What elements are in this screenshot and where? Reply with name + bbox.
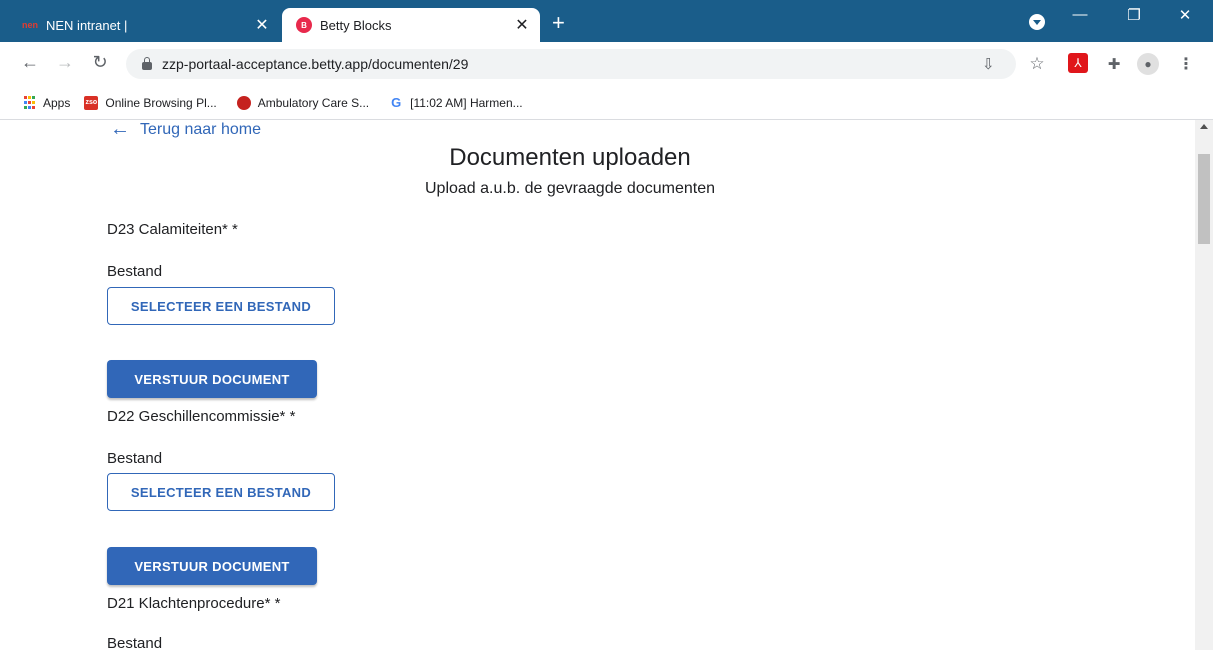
url-text: zzp-portaal-acceptance.betty.app/documen… <box>162 56 469 72</box>
pdf-extension-icon[interactable]: ⅄ <box>1068 53 1088 73</box>
vertical-scrollbar[interactable] <box>1195 120 1213 650</box>
close-icon[interactable]: ✕ <box>510 15 534 35</box>
apps-grid-icon <box>22 96 36 110</box>
scroll-thumb[interactable] <box>1198 154 1210 244</box>
file-field-label: Bestand <box>107 635 163 650</box>
tab-nen-intranet[interactable]: nen NEN intranet | ✕ <box>8 8 280 42</box>
tab-title: NEN intranet | <box>46 17 128 33</box>
bookmarks-bar: Apps zso Online Browsing Pl... Ambulator… <box>0 86 1213 120</box>
back-home-link[interactable]: ← Terug naar home <box>110 120 261 141</box>
forward-icon[interactable]: → <box>53 52 77 73</box>
page-subtitle: Upload a.u.b. de gevraagde documenten <box>425 180 715 197</box>
back-link-label: Terug naar home <box>140 120 261 138</box>
restore-icon[interactable]: ❐ <box>1114 6 1154 24</box>
browser-tab-bar: nen NEN intranet | ✕ B Betty Blocks ✕ + … <box>0 0 1213 42</box>
tab-betty-blocks[interactable]: B Betty Blocks ✕ <box>282 8 540 42</box>
betty-blocks-favicon-icon: B <box>296 17 312 33</box>
bookmark-label: Online Browsing Pl... <box>105 95 217 110</box>
scroll-up-icon[interactable] <box>1200 124 1208 129</box>
send-document-button[interactable]: VERSTUUR DOCUMENT <box>107 547 317 585</box>
red-circle-icon <box>236 95 251 110</box>
page-title: Documenten uploaden <box>449 144 691 171</box>
document-label: D21 Klachtenprocedure* * <box>107 595 281 612</box>
page-content: ← Terug naar home Documenten uploaden Up… <box>0 120 1195 650</box>
extensions-puzzle-icon[interactable]: ✚ <box>1103 53 1125 75</box>
bookmark-label: Ambulatory Care S... <box>257 95 370 110</box>
bookmark-harmen[interactable]: G [11:02 AM] Harmen... <box>389 95 523 110</box>
profile-avatar-icon[interactable]: ● <box>1137 53 1159 75</box>
menu-kebab-icon[interactable]: ⋮ <box>1175 53 1197 75</box>
window-close-icon[interactable]: ✕ <box>1165 6 1205 24</box>
send-document-button[interactable]: VERSTUUR DOCUMENT <box>107 360 317 398</box>
install-icon[interactable]: ⇩ <box>982 55 995 73</box>
bookmark-star-icon[interactable]: ☆ <box>1026 53 1048 75</box>
minimize-icon[interactable]: — <box>1060 6 1100 23</box>
tab-title: Betty Blocks <box>320 17 392 33</box>
file-field-label: Bestand <box>107 450 163 467</box>
browser-toolbar: ← → ↻ zzp-portaal-acceptance.betty.app/d… <box>0 42 1213 86</box>
nen-favicon-icon: nen <box>22 20 39 30</box>
document-label: D22 Geschillencommissie* * <box>107 408 296 425</box>
zso-icon: zso <box>84 95 99 110</box>
arrow-left-icon: ← <box>110 120 130 140</box>
new-tab-icon[interactable]: + <box>552 12 565 34</box>
document-label: D23 Calamiteiten* * <box>107 221 238 238</box>
select-file-button[interactable]: SELECTEER EEN BESTAND <box>107 473 335 511</box>
lock-icon <box>142 57 152 70</box>
select-file-button[interactable]: SELECTEER EEN BESTAND <box>107 287 335 325</box>
google-icon: G <box>391 95 402 110</box>
bookmark-online-browsing[interactable]: zso Online Browsing Pl... <box>84 95 217 110</box>
reload-icon[interactable]: ↻ <box>88 52 112 73</box>
bookmark-label: [11:02 AM] Harmen... <box>410 95 523 110</box>
address-bar[interactable]: zzp-portaal-acceptance.betty.app/documen… <box>126 49 1016 79</box>
back-icon[interactable]: ← <box>18 52 42 73</box>
bookmark-ambulatory-care[interactable]: Ambulatory Care S... <box>236 95 370 110</box>
bookmark-label: Apps <box>43 95 71 110</box>
file-field-label: Bestand <box>107 263 163 280</box>
profile-dropdown-icon[interactable] <box>1029 14 1045 30</box>
close-icon[interactable]: ✕ <box>250 15 274 35</box>
bookmark-apps[interactable]: Apps <box>22 96 70 110</box>
